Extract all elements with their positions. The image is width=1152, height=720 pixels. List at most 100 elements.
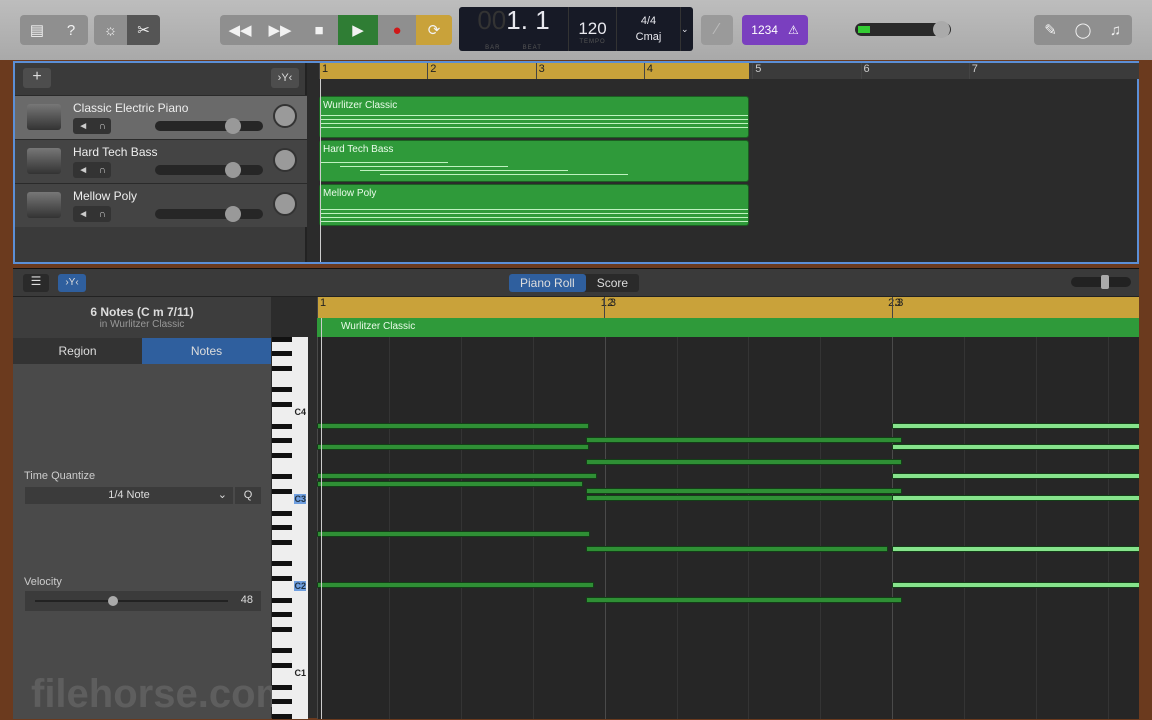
velocity-knob[interactable] <box>108 596 118 606</box>
black-key[interactable] <box>272 612 292 617</box>
tuner-icon[interactable]: ⁄ <box>701 15 733 45</box>
region[interactable]: Mellow Poly <box>319 184 749 226</box>
black-key[interactable] <box>272 540 292 545</box>
note[interactable] <box>892 423 1139 429</box>
track-header[interactable]: Hard Tech Bass◄∩ <box>15 139 307 183</box>
black-key[interactable] <box>272 699 292 704</box>
note[interactable] <box>892 582 1139 588</box>
mute-icon[interactable]: ◄ <box>78 209 88 220</box>
black-key[interactable] <box>272 561 292 566</box>
black-key[interactable] <box>272 474 292 479</box>
note[interactable] <box>892 546 1139 552</box>
black-key[interactable] <box>272 576 292 581</box>
pan-knob[interactable] <box>273 148 297 172</box>
time-quantize-select[interactable]: 1/4 Note⌄ <box>25 487 233 504</box>
black-key[interactable] <box>272 402 292 407</box>
add-track-button[interactable]: + <box>23 68 51 88</box>
black-key[interactable] <box>272 366 292 371</box>
track-volume-slider[interactable] <box>155 209 263 219</box>
black-key[interactable] <box>272 598 292 603</box>
zoom-slider[interactable] <box>1071 277 1131 287</box>
black-key[interactable] <box>272 438 292 443</box>
black-key[interactable] <box>272 351 292 356</box>
play-button[interactable]: ▶ <box>338 15 378 45</box>
tab-region[interactable]: Region <box>13 338 142 364</box>
mute-icon[interactable]: ◄ <box>78 121 88 132</box>
pan-knob[interactable] <box>273 192 297 216</box>
catch-playhead-button[interactable]: ›Y‹ <box>58 274 86 292</box>
black-key[interactable] <box>272 387 292 392</box>
track-header[interactable]: Classic Electric Piano◄∩ <box>15 95 307 139</box>
note[interactable] <box>317 481 583 487</box>
volume-knob[interactable] <box>225 162 241 178</box>
loop-browser-icon[interactable]: ◯ <box>1067 15 1099 45</box>
region[interactable]: Hard Tech Bass <box>319 140 749 182</box>
playhead[interactable] <box>321 318 322 719</box>
headphones-icon[interactable]: ∩ <box>99 209 106 220</box>
master-volume-slider[interactable] <box>855 23 951 36</box>
record-button[interactable]: ● <box>378 15 416 45</box>
track-header[interactable]: Mellow Poly◄∩ <box>15 183 307 227</box>
metronome-icon[interactable]: ⚠ <box>788 23 799 37</box>
note[interactable] <box>892 473 1139 479</box>
volume-knob[interactable] <box>225 118 241 134</box>
mute-icon[interactable]: ◄ <box>78 165 88 176</box>
note[interactable] <box>586 495 895 501</box>
rewind-button[interactable]: ◀◀ <box>220 15 260 45</box>
note[interactable] <box>586 437 902 443</box>
library-icon[interactable]: ▤ <box>20 15 54 45</box>
note[interactable] <box>317 531 590 537</box>
black-key[interactable] <box>272 648 292 653</box>
piano-roll-grid[interactable] <box>317 337 1139 719</box>
volume-knob[interactable] <box>933 21 950 38</box>
help-icon[interactable]: ? <box>54 15 88 45</box>
note-pad-icon[interactable]: ✎ <box>1034 15 1067 45</box>
piano-keyboard[interactable]: C4C3C2C1 <box>272 337 308 719</box>
tab-piano-roll[interactable]: Piano Roll <box>509 274 586 292</box>
black-key[interactable] <box>272 511 292 516</box>
volume-knob[interactable] <box>225 206 241 222</box>
black-key[interactable] <box>272 489 292 494</box>
count-in-metronome[interactable]: 1234 ⚠ <box>742 15 808 45</box>
black-key[interactable] <box>272 525 292 530</box>
catch-playhead-button[interactable]: ›Y‹ <box>271 68 299 88</box>
note[interactable] <box>586 459 902 465</box>
quantize-button[interactable]: Q <box>235 487 261 504</box>
media-browser-icon[interactable]: ♫ <box>1099 15 1132 45</box>
track-volume-slider[interactable] <box>155 165 263 175</box>
cycle-region[interactable] <box>319 63 749 79</box>
note[interactable] <box>892 444 1139 450</box>
scissors-icon[interactable]: ✂ <box>127 15 160 45</box>
black-key[interactable] <box>272 424 292 429</box>
tab-notes[interactable]: Notes <box>142 338 271 364</box>
playhead[interactable] <box>320 79 321 262</box>
region[interactable]: Wurlitzer Classic <box>319 96 749 138</box>
editor-ruler[interactable]: 11.322.333.3 <box>317 297 1139 318</box>
count-in-button[interactable]: 1234 <box>751 23 778 37</box>
cycle-button[interactable]: ⟳ <box>416 15 452 45</box>
forward-button[interactable]: ▶▶ <box>260 15 300 45</box>
chevron-down-icon[interactable]: ⌄ <box>681 7 693 51</box>
black-key[interactable] <box>272 337 292 342</box>
track-volume-slider[interactable] <box>155 121 263 131</box>
stop-button[interactable]: ■ <box>300 15 338 45</box>
note[interactable] <box>317 473 597 479</box>
note[interactable] <box>317 423 589 429</box>
headphones-icon[interactable]: ∩ <box>99 121 106 132</box>
black-key[interactable] <box>272 714 292 719</box>
note[interactable] <box>586 597 902 603</box>
note[interactable] <box>586 546 888 552</box>
tab-score[interactable]: Score <box>586 274 639 292</box>
inspector-toggle-icon[interactable]: ☰ <box>23 274 49 292</box>
black-key[interactable] <box>272 627 292 632</box>
pan-knob[interactable] <box>273 104 297 128</box>
velocity-slider[interactable]: 48 <box>25 591 261 611</box>
black-key[interactable] <box>272 663 292 668</box>
note[interactable] <box>317 444 589 450</box>
note[interactable] <box>317 582 594 588</box>
black-key[interactable] <box>272 685 292 690</box>
headphones-icon[interactable]: ∩ <box>99 165 106 176</box>
lcd-display[interactable]: 001. 1 BAR BEAT 120 TEMPO 4/4 Cmaj ⌄ <box>459 7 693 51</box>
note[interactable] <box>586 488 902 494</box>
black-key[interactable] <box>272 453 292 458</box>
